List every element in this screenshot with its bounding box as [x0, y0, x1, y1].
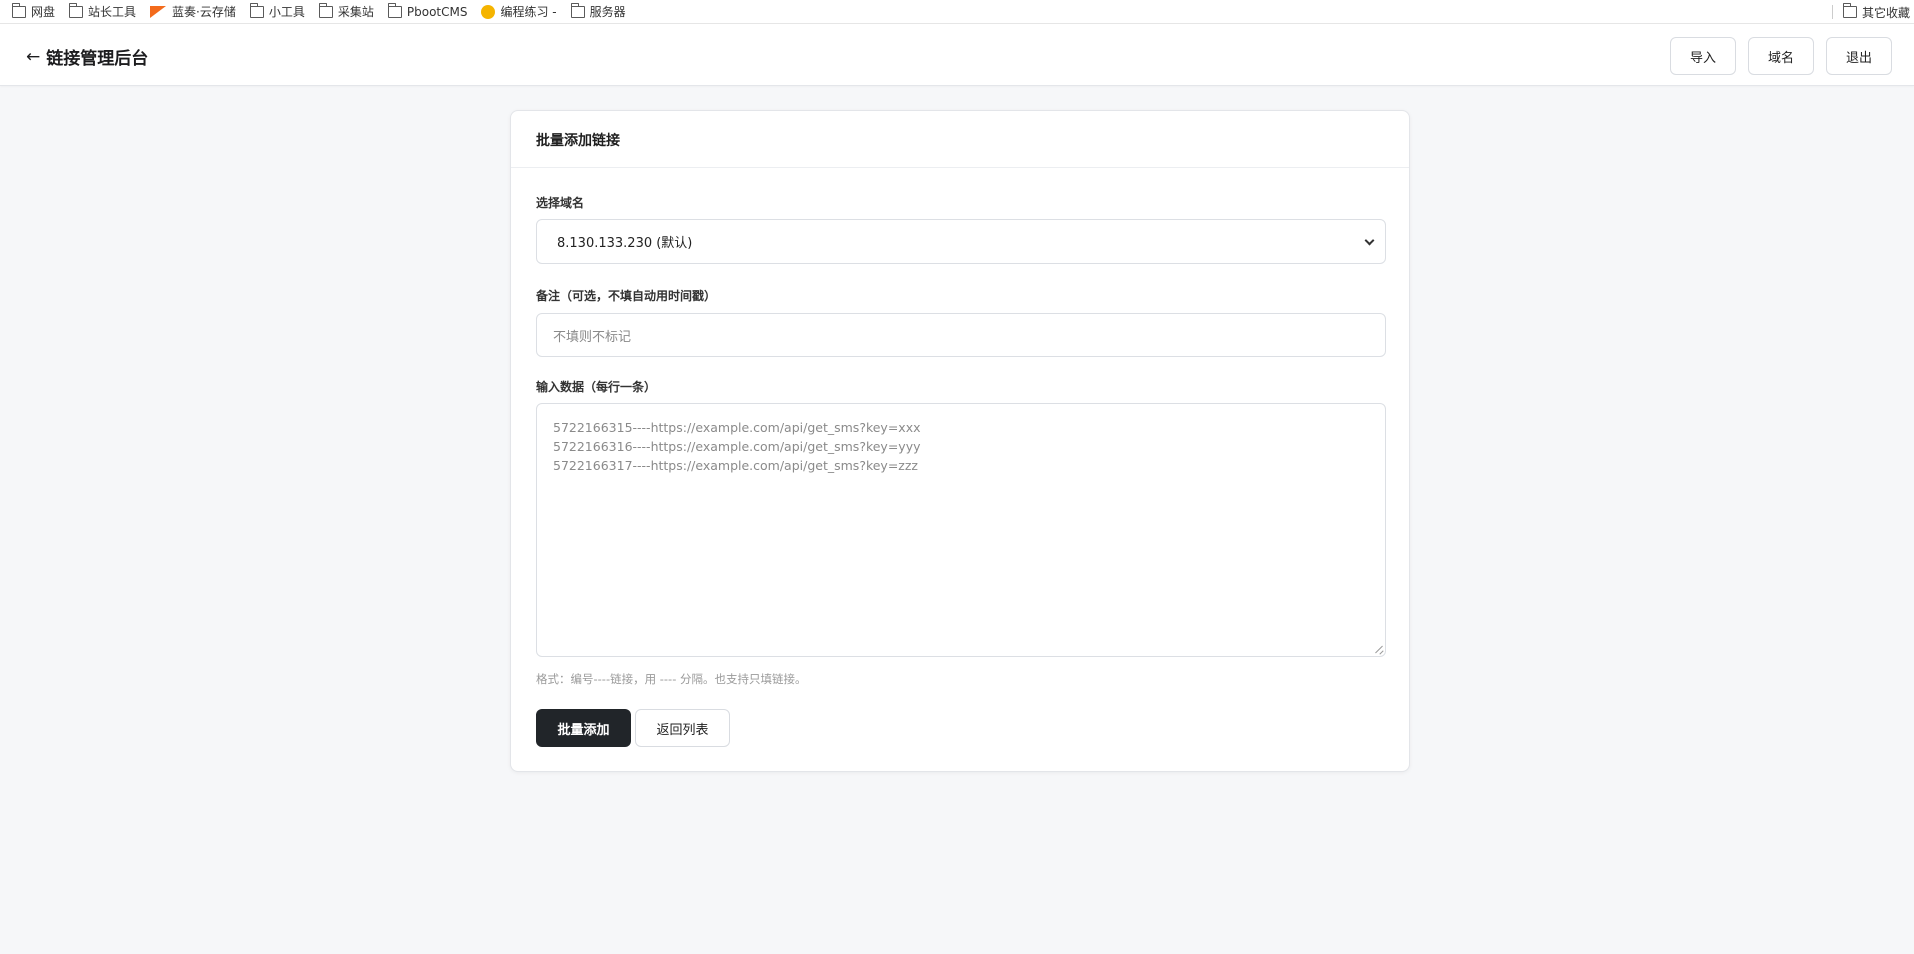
data-textarea[interactable]: 5722166315----https://example.com/api/ge…: [536, 403, 1386, 657]
bookmark-label: 服务器: [589, 5, 626, 19]
resize-handle-icon[interactable]: [1375, 646, 1383, 654]
note-label: 备注（可选，不填自动用时间戳）: [536, 289, 717, 303]
back-to-list-button[interactable]: 返回列表: [635, 709, 730, 747]
domain-selected-value: 8.130.133.230 (默认): [557, 236, 693, 251]
bookmark-label: 蓝奏·云存储: [172, 5, 236, 19]
app-title: 链接管理后台: [46, 49, 149, 69]
folder-icon: [69, 2, 84, 18]
folder-icon: [387, 2, 402, 18]
chevron-down-icon: [1364, 235, 1375, 246]
note-input[interactable]: 不填则不标记: [536, 313, 1386, 357]
import-button[interactable]: 导入: [1669, 37, 1736, 75]
bookmark-coding-practice[interactable]: 编程练习 -: [481, 3, 557, 20]
bookmark-netdisk[interactable]: 网盘: [12, 2, 56, 20]
bookmark-label: 网盘: [31, 5, 56, 19]
emoji-icon: [481, 4, 496, 19]
domain-label: 选择域名: [536, 196, 585, 210]
page-title[interactable]: ← 链接管理后台: [26, 44, 149, 70]
folder-icon: [12, 2, 26, 18]
folder-icon: [249, 2, 264, 18]
logout-button[interactable]: 退出: [1825, 37, 1892, 75]
bookmark-label: 小工具: [268, 5, 305, 19]
card-title: 批量添加链接: [511, 111, 1409, 168]
note-placeholder: 不填则不标记: [553, 329, 632, 345]
bookmark-tools[interactable]: 小工具: [249, 2, 305, 20]
bookmark-server[interactable]: 服务器: [570, 2, 626, 20]
bookmark-label: PbootCMS: [406, 4, 468, 19]
bookmark-label: 编程练习 -: [500, 5, 557, 19]
folder-icon: [1842, 3, 1857, 18]
textarea-placeholder-line: 5722166315----https://example.com/api/ge…: [553, 420, 921, 435]
domain-select[interactable]: 8.130.133.230 (默认): [536, 219, 1386, 264]
bookmark-label: 站长工具: [88, 5, 137, 19]
lanzou-logo-icon: [150, 5, 167, 18]
format-hint: 格式：编号----链接，用 ---- 分隔。也支持只填链接。: [536, 672, 807, 686]
bookmarks-bar: 网盘 站长工具 蓝奏·云存储 小工具 采集站 PbootCMS 编程练习 - 服…: [0, 0, 1914, 24]
bookmark-webmaster-tools[interactable]: 站长工具: [69, 2, 137, 20]
batch-add-button[interactable]: 批量添加: [536, 709, 631, 747]
bookmark-pbootcms[interactable]: PbootCMS: [387, 2, 468, 19]
bookmark-other[interactable]: 其它收藏: [1842, 3, 1910, 21]
bookmark-label: 其它收藏: [1861, 5, 1910, 20]
textarea-placeholder-line: 5722166316----https://example.com/api/ge…: [553, 439, 921, 454]
domain-button[interactable]: 域名: [1747, 37, 1814, 75]
folder-icon: [570, 2, 585, 18]
app-header: ← 链接管理后台 导入 域名 退出: [0, 24, 1914, 86]
back-arrow-icon[interactable]: ←: [26, 47, 40, 67]
bookmark-lanzou[interactable]: 蓝奏·云存储: [150, 3, 236, 20]
textarea-placeholder-line: 5722166317----https://example.com/api/ge…: [553, 458, 918, 473]
divider: [1831, 5, 1833, 19]
data-label: 输入数据（每行一条）: [536, 380, 657, 394]
batch-add-card: 批量添加链接 选择域名 8.130.133.230 (默认) 备注（可选，不填自…: [510, 110, 1410, 772]
folder-icon: [318, 2, 333, 18]
bookmark-collect[interactable]: 采集站: [318, 2, 374, 20]
bookmark-label: 采集站: [337, 5, 374, 19]
